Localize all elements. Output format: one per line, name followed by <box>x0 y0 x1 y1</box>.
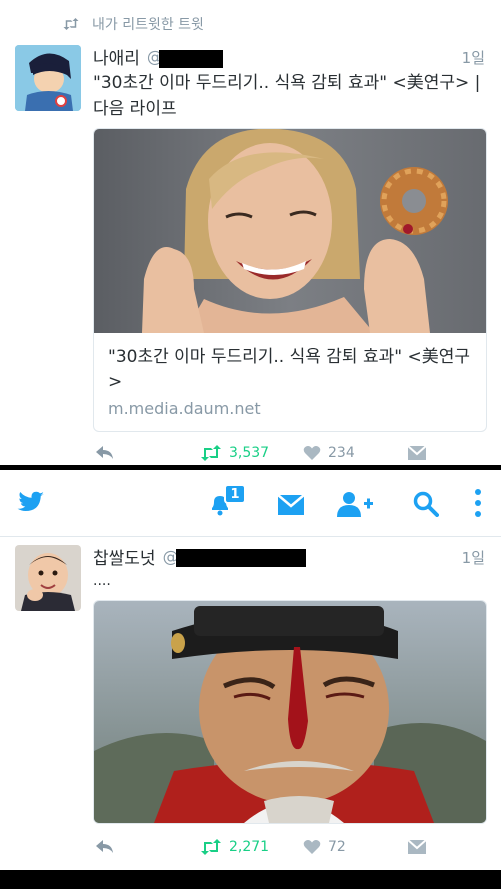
retweet-small-icon <box>63 18 79 30</box>
add-user-icon <box>337 492 373 517</box>
top-nav-bar: 1 <box>0 470 501 537</box>
reply-icon[interactable] <box>95 839 115 855</box>
notifications-tab[interactable]: 1 <box>206 484 246 520</box>
dm-share-icon[interactable] <box>407 838 427 856</box>
overflow-menu-button[interactable] <box>468 486 488 520</box>
link-card[interactable]: "30초간 이마 두드리기.. 식욕 감퇴 효과" <美연구> m.media.… <box>93 128 487 432</box>
like-count: 234 <box>328 445 355 461</box>
author-name[interactable]: 나애리 <box>93 44 140 69</box>
media-image[interactable] <box>93 600 487 824</box>
dm-share-icon[interactable] <box>407 444 427 462</box>
notification-badge: 1 <box>224 484 246 504</box>
author-name[interactable]: 찹쌀도넛 <box>93 544 156 569</box>
redaction-bar <box>176 549 306 567</box>
retweet-icon <box>201 839 221 855</box>
reply-icon[interactable] <box>95 445 115 461</box>
tweet-time[interactable]: 1일 <box>462 47 485 68</box>
retweet-button[interactable]: 3,537 <box>199 442 269 464</box>
retweet-count: 3,537 <box>229 445 270 461</box>
retweet-count: 2,271 <box>229 839 270 855</box>
more-vertical-icon <box>475 489 481 517</box>
follow-tab[interactable] <box>337 488 373 520</box>
envelope-icon <box>277 494 305 515</box>
like-button[interactable]: 72 <box>303 836 346 858</box>
avatar[interactable] <box>15 45 81 111</box>
search-tab[interactable] <box>410 488 442 520</box>
retweet-context-label: 내가 리트윗한 트윗 <box>92 17 204 33</box>
card-domain: m.media.daum.net <box>108 399 261 418</box>
tweet-text: "30초간 이마 두드리기.. 식욕 감퇴 효과" <美연구> | 다음 라이프 <box>93 73 481 119</box>
heart-icon <box>303 840 321 854</box>
retweet-context: 내가 리트윗한 트윗 <box>62 14 204 34</box>
retweet-icon <box>201 445 221 461</box>
like-button[interactable]: 234 <box>303 442 355 464</box>
tweet-time[interactable]: 1일 <box>462 547 485 568</box>
tweet1-header: 나애리 @ <box>93 44 163 69</box>
tweet1-actions: 3,537 234 <box>93 442 485 464</box>
tweet2-actions: 2,271 72 <box>93 836 485 858</box>
bottom-bar <box>0 870 501 889</box>
tweet-text: .... <box>93 573 111 589</box>
card-title[interactable]: "30초간 이마 두드리기.. 식욕 감퇴 효과" <美연구> <box>108 345 472 395</box>
tweet2-header: 찹쌀도넛 @ <box>93 544 179 569</box>
avatar[interactable] <box>15 545 81 611</box>
twitter-logo-icon[interactable] <box>12 488 46 518</box>
redaction-bar <box>159 50 223 68</box>
retweet-button[interactable]: 2,271 <box>199 836 269 858</box>
search-icon <box>413 491 439 517</box>
messages-tab[interactable] <box>275 490 307 520</box>
heart-icon <box>303 446 321 460</box>
like-count: 72 <box>328 839 346 855</box>
card-image <box>94 129 486 333</box>
